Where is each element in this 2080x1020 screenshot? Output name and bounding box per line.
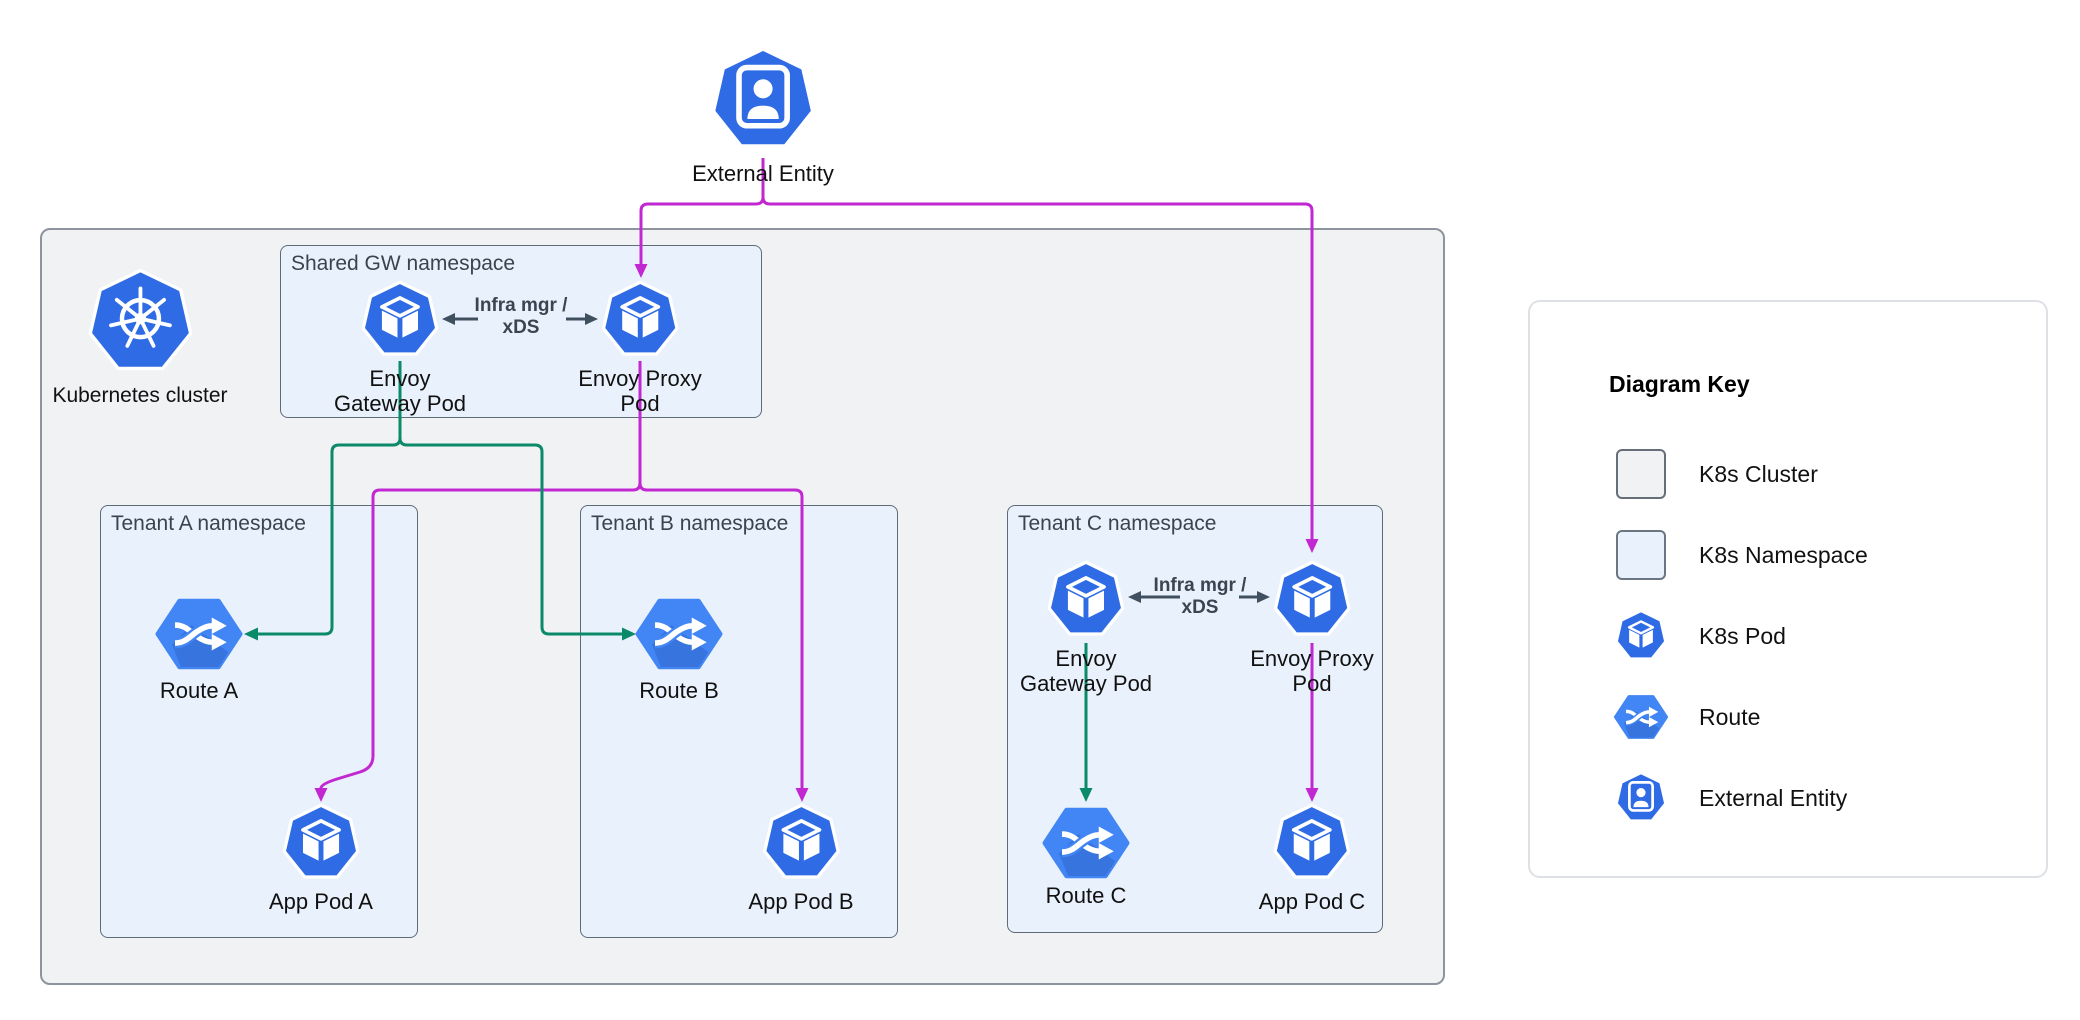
tenantc-envoy-gateway-pod-label: Envoy Gateway Pod <box>1020 646 1152 696</box>
arrowhead <box>1080 788 1093 802</box>
pod-icon <box>280 802 362 884</box>
external-entity-label: External Entity <box>692 161 834 186</box>
route-b-label: Route B <box>639 678 719 703</box>
node-tenantc-envoy-gateway-pod: Envoy Gateway Pod <box>1020 559 1152 696</box>
pod-icon <box>359 279 441 361</box>
node-route-a: Route A <box>154 595 244 703</box>
node-app-pod-a: App Pod A <box>269 802 373 914</box>
app-pod-a-label: App Pod A <box>269 889 373 914</box>
external-entity-icon <box>707 44 819 156</box>
shared-envoy-gateway-pod-label: Envoy Gateway Pod <box>334 366 466 416</box>
edge-external-to-tenantc-proxy <box>763 197 1312 539</box>
kubernetes-icon <box>84 266 196 378</box>
pod-icon <box>1045 559 1127 641</box>
node-route-c: Route C <box>1041 804 1131 908</box>
pod-icon <box>760 802 842 884</box>
app-pod-c-label: App Pod C <box>1259 889 1365 914</box>
kubernetes-cluster-label: Kubernetes cluster <box>52 383 227 408</box>
tenantc-envoy-proxy-pod-label: Envoy Proxy Pod <box>1250 646 1374 696</box>
route-icon <box>154 595 244 673</box>
node-shared-envoy-proxy-pod: Envoy Proxy Pod <box>578 279 702 416</box>
node-app-pod-c: App Pod C <box>1259 802 1365 914</box>
route-icon <box>634 595 724 673</box>
pod-icon <box>1271 559 1353 641</box>
node-app-pod-b: App Pod B <box>748 802 853 914</box>
arrowhead <box>315 788 328 802</box>
route-a-label: Route A <box>160 678 238 703</box>
shared-envoy-proxy-pod-label: Envoy Proxy Pod <box>578 366 702 416</box>
diagram-canvas: Shared GW namespace Tenant A namespace T… <box>0 0 2080 1020</box>
arrowhead <box>796 788 809 802</box>
node-route-b: Route B <box>634 595 724 703</box>
arrowhead <box>244 628 258 641</box>
edge-gateway-to-route-b <box>400 438 622 634</box>
app-pod-b-label: App Pod B <box>748 889 853 914</box>
arrowhead <box>635 264 648 278</box>
route-icon <box>1041 804 1131 882</box>
edge-proxy-to-app-a <box>321 361 640 788</box>
node-shared-envoy-gateway-pod: Envoy Gateway Pod <box>334 279 466 416</box>
pod-icon <box>1271 802 1353 884</box>
node-kubernetes-cluster: Kubernetes cluster <box>52 266 227 408</box>
route-c-label: Route C <box>1046 883 1127 908</box>
tenantc-xds-link-label: Infra mgr / xDS <box>1135 575 1265 619</box>
node-external-entity: External Entity <box>692 44 834 186</box>
shared-xds-link-label: Infra mgr / xDS <box>456 295 586 339</box>
arrowhead <box>1306 788 1319 802</box>
arrowhead <box>1306 539 1319 553</box>
pod-icon <box>599 279 681 361</box>
node-tenantc-envoy-proxy-pod: Envoy Proxy Pod <box>1250 559 1374 696</box>
